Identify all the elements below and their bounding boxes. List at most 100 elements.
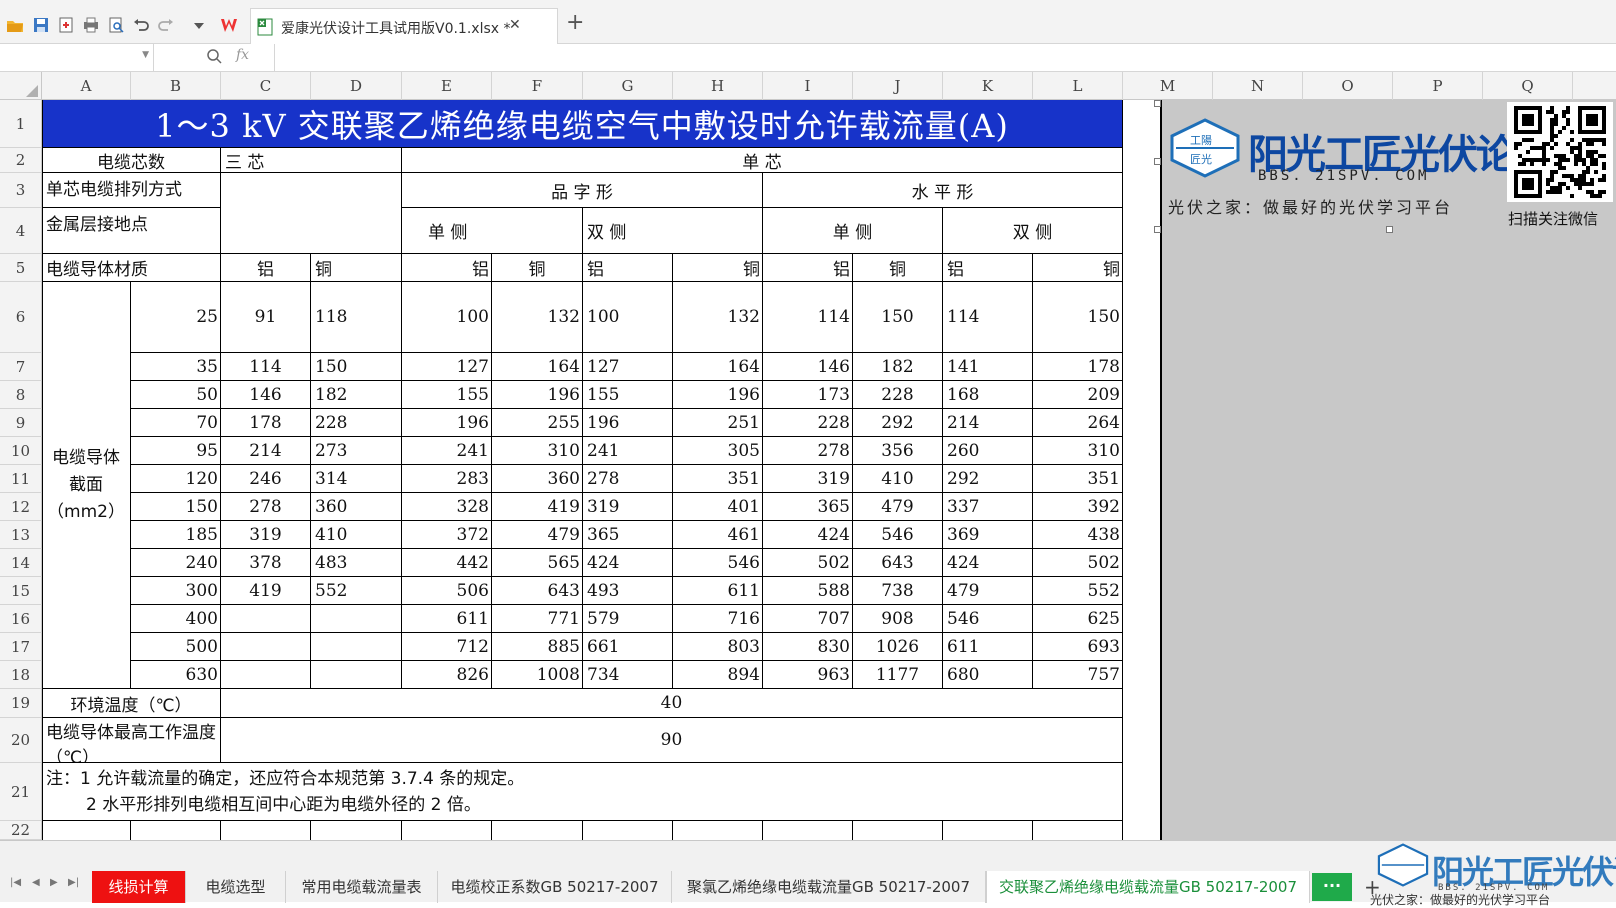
- column-header[interactable]: K: [943, 72, 1033, 100]
- data-cell[interactable]: 419: [221, 577, 311, 605]
- data-cell[interactable]: 392: [1033, 493, 1123, 521]
- data-cell[interactable]: 319: [763, 465, 853, 493]
- data-cell[interactable]: 283: [402, 465, 492, 493]
- data-cell[interactable]: 552: [311, 577, 402, 605]
- data-cell[interactable]: 278: [583, 465, 673, 493]
- select-all-corner[interactable]: [0, 72, 42, 100]
- data-cell[interactable]: 757: [1033, 661, 1123, 689]
- data-cell[interactable]: 826: [402, 661, 492, 689]
- data-cell[interactable]: 360: [492, 465, 583, 493]
- data-cell[interactable]: 712: [402, 633, 492, 661]
- data-cell[interactable]: 442: [402, 549, 492, 577]
- single-side-cell[interactable]: 单 侧: [402, 208, 583, 254]
- column-header[interactable]: C: [221, 72, 311, 100]
- row-header[interactable]: 6: [0, 282, 42, 353]
- data-cell[interactable]: 114: [221, 353, 311, 381]
- forum-logo-image[interactable]: 工陽 匠光 阳光工匠光伏论坛 BBS. 21SPV. COM 光伏之家：做最好的…: [1168, 108, 1554, 228]
- data-cell[interactable]: 479: [853, 493, 943, 521]
- data-cell[interactable]: 178: [1033, 353, 1123, 381]
- data-cell[interactable]: 95: [131, 437, 221, 465]
- column-header[interactable]: B: [131, 72, 221, 100]
- data-cell[interactable]: 255: [492, 409, 583, 437]
- data-cell[interactable]: 546: [673, 549, 763, 577]
- column-header[interactable]: J: [853, 72, 943, 100]
- data-cell[interactable]: 1008: [492, 661, 583, 689]
- zoom-magnifier-icon[interactable]: [206, 48, 222, 64]
- row-header[interactable]: 3: [0, 173, 42, 208]
- data-cell[interactable]: 630: [131, 661, 221, 689]
- data-cell[interactable]: 228: [763, 409, 853, 437]
- data-cell[interactable]: 1026: [853, 633, 943, 661]
- data-cell[interactable]: 734: [583, 661, 673, 689]
- data-cell[interactable]: 493: [583, 577, 673, 605]
- material-cell[interactable]: 铜: [1033, 254, 1123, 282]
- column-header[interactable]: P: [1393, 72, 1483, 100]
- row-header[interactable]: 22: [0, 821, 42, 840]
- data-cell[interactable]: 908: [853, 605, 943, 633]
- data-cell[interactable]: 196: [673, 381, 763, 409]
- data-cell[interactable]: [311, 661, 402, 689]
- column-header[interactable]: H: [673, 72, 763, 100]
- data-cell[interactable]: 360: [311, 493, 402, 521]
- row-header[interactable]: 4: [0, 208, 42, 254]
- data-cell[interactable]: 100: [402, 282, 492, 353]
- data-cell[interactable]: 771: [492, 605, 583, 633]
- document-tab[interactable]: 爱康光伏设计工具试用版V0.1.xlsx * ✕: [250, 8, 558, 44]
- prev-sheet-icon[interactable]: ◀: [32, 877, 40, 888]
- single-side-cell[interactable]: 单 侧: [763, 208, 943, 254]
- material-cell[interactable]: 铝: [763, 254, 853, 282]
- data-cell[interactable]: 292: [943, 465, 1033, 493]
- data-cell[interactable]: 278: [763, 437, 853, 465]
- material-cell[interactable]: 铜: [311, 254, 402, 282]
- row-header[interactable]: 21: [0, 763, 42, 821]
- data-cell[interactable]: 150: [853, 282, 943, 353]
- data-cell[interactable]: 356: [853, 437, 943, 465]
- save-icon[interactable]: [32, 16, 50, 34]
- name-box-dropdown-icon[interactable]: ▼: [142, 50, 149, 60]
- data-cell[interactable]: 738: [853, 577, 943, 605]
- material-cell[interactable]: 铜: [492, 254, 583, 282]
- data-cell[interactable]: 625: [1033, 605, 1123, 633]
- material-cell[interactable]: 铝: [583, 254, 673, 282]
- row-header[interactable]: 8: [0, 381, 42, 409]
- empty-cell[interactable]: [673, 821, 763, 840]
- data-cell[interactable]: [221, 661, 311, 689]
- empty-cell[interactable]: [492, 821, 583, 840]
- data-cell[interactable]: 424: [943, 549, 1033, 577]
- data-cell[interactable]: 661: [583, 633, 673, 661]
- column-header[interactable]: I: [763, 72, 853, 100]
- wps-logo-icon[interactable]: [220, 16, 238, 34]
- data-cell[interactable]: 214: [943, 409, 1033, 437]
- material-cell[interactable]: 铜: [673, 254, 763, 282]
- horizontal-cell[interactable]: 水 平 形: [763, 173, 1123, 208]
- data-cell[interactable]: 479: [492, 521, 583, 549]
- row-header[interactable]: 7: [0, 353, 42, 381]
- print-preview-icon[interactable]: [107, 16, 125, 34]
- column-header[interactable]: N: [1213, 72, 1303, 100]
- data-cell[interactable]: 369: [943, 521, 1033, 549]
- data-cell[interactable]: 546: [853, 521, 943, 549]
- data-cell[interactable]: 264: [1033, 409, 1123, 437]
- double-side-cell[interactable]: 双 侧: [583, 208, 763, 254]
- empty-cell[interactable]: [853, 821, 943, 840]
- three-core-cell[interactable]: 三 芯: [221, 148, 402, 173]
- first-sheet-icon[interactable]: |◀: [10, 877, 21, 888]
- next-sheet-icon[interactable]: ▶: [50, 877, 58, 888]
- data-cell[interactable]: 246: [221, 465, 311, 493]
- data-cell[interactable]: 680: [943, 661, 1033, 689]
- data-cell[interactable]: 132: [673, 282, 763, 353]
- data-cell[interactable]: 424: [583, 549, 673, 577]
- data-cell[interactable]: 424: [763, 521, 853, 549]
- empty-cell[interactable]: [943, 821, 1033, 840]
- data-cell[interactable]: 372: [402, 521, 492, 549]
- data-cell[interactable]: 579: [583, 605, 673, 633]
- resize-handle[interactable]: [1154, 158, 1161, 165]
- sheet-tab[interactable]: 常用电缆载流量表: [286, 871, 438, 903]
- data-cell[interactable]: 196: [402, 409, 492, 437]
- data-cell[interactable]: 155: [402, 381, 492, 409]
- data-cell[interactable]: 178: [221, 409, 311, 437]
- data-cell[interactable]: 164: [492, 353, 583, 381]
- open-folder-icon[interactable]: [6, 16, 24, 34]
- data-cell[interactable]: 419: [492, 493, 583, 521]
- data-cell[interactable]: 150: [311, 353, 402, 381]
